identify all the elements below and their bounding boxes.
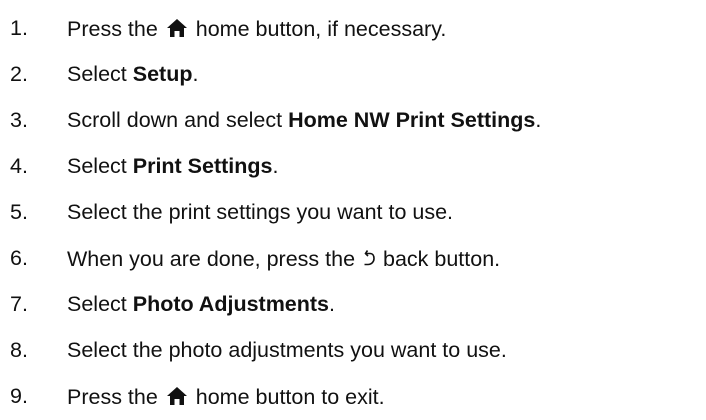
step-item: 5. Select the print settings you want to …	[0, 190, 706, 236]
step-text-segment: Select	[67, 292, 133, 317]
step-text-segment: Press the	[67, 16, 164, 41]
step-text-segment: .	[329, 292, 336, 317]
step-emphasis: Home NW Print Settings	[288, 108, 536, 133]
step-text-segment: When you are done, press the	[67, 246, 362, 271]
step-number: 5.	[10, 200, 28, 225]
step-text: Select the photo adjustments you want to…	[67, 340, 507, 362]
step-text: Press the home button, if necessary.	[67, 18, 446, 41]
step-text-segment: back button.	[377, 246, 501, 271]
step-text-segment: Select	[67, 154, 133, 179]
step-item: 8. Select the photo adjustments you want …	[0, 328, 706, 374]
back-icon	[363, 248, 375, 268]
step-text-segment: Select the photo adjustments you want to…	[67, 338, 507, 363]
step-number: 9.	[10, 384, 28, 409]
step-number: 1.	[10, 16, 28, 41]
step-number: 3.	[10, 108, 28, 133]
step-number: 6.	[10, 246, 28, 271]
step-item: 4. Select Print Settings.	[0, 144, 706, 190]
step-emphasis: Print Settings	[132, 154, 273, 179]
step-text-segment: .	[192, 62, 199, 87]
step-text: Scroll down and select Home NW Print Set…	[67, 110, 541, 132]
step-text: When you are done, press the back button…	[67, 248, 500, 271]
instruction-steps: 1. Press the home button, if necessary. 2.…	[0, 0, 706, 414]
step-text: Press the home button to exit.	[67, 386, 385, 409]
step-text: Select Photo Adjustments.	[67, 294, 335, 316]
step-number: 8.	[10, 338, 28, 363]
step-number: 2.	[10, 62, 28, 87]
step-emphasis: Photo Adjustments	[132, 292, 330, 317]
step-text-segment: Scroll down and select	[67, 108, 289, 133]
step-item: 9. Press the home button to exit.	[0, 374, 706, 420]
home-icon	[166, 18, 188, 38]
step-text-segment: .	[535, 108, 542, 133]
step-text-segment: Press the	[67, 384, 164, 409]
step-item: 7. Select Photo Adjustments.	[0, 282, 706, 328]
step-text-segment: Select the print settings you want to us…	[67, 200, 454, 225]
step-text-segment: .	[272, 154, 279, 179]
step-number: 4.	[10, 154, 28, 179]
step-text: Select Print Settings.	[67, 156, 278, 178]
step-item: 6. When you are done, press the back butt…	[0, 236, 706, 282]
step-item: 1. Press the home button, if necessary.	[0, 6, 706, 52]
home-icon	[166, 386, 188, 406]
step-text-segment: home button, if necessary.	[189, 16, 447, 41]
step-text: Select Setup.	[67, 64, 198, 86]
step-text-segment: Select	[67, 62, 133, 87]
step-text: Select the print settings you want to us…	[67, 202, 453, 224]
step-emphasis: Setup	[132, 62, 193, 87]
step-text-segment: home button to exit.	[189, 384, 385, 409]
step-item: 2. Select Setup.	[0, 52, 706, 98]
step-number: 7.	[10, 292, 28, 317]
step-item: 3. Scroll down and select Home NW Print S…	[0, 98, 706, 144]
